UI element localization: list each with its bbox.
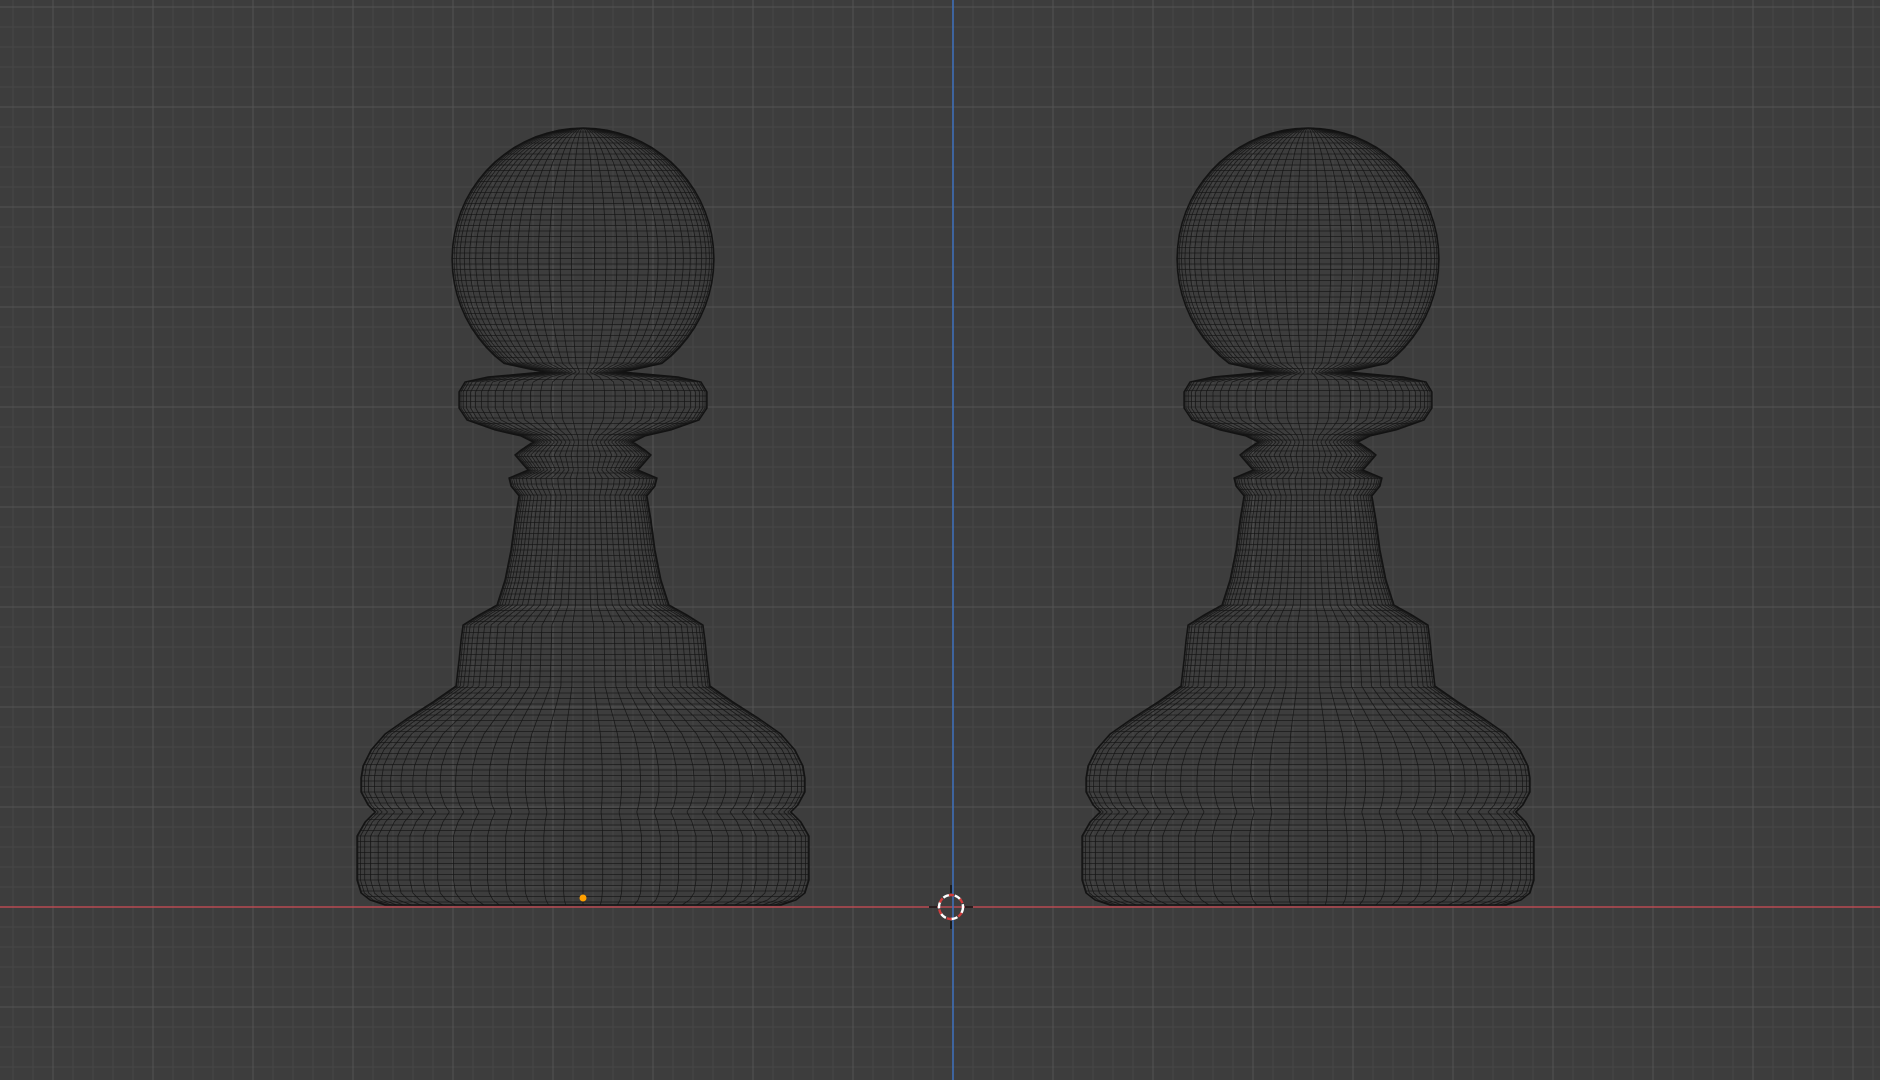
3d-viewport[interactable] xyxy=(0,0,1880,1080)
viewport-canvas[interactable] xyxy=(0,0,1880,1080)
viewport-background xyxy=(0,0,1880,1080)
object-origin-marker[interactable] xyxy=(579,894,587,902)
